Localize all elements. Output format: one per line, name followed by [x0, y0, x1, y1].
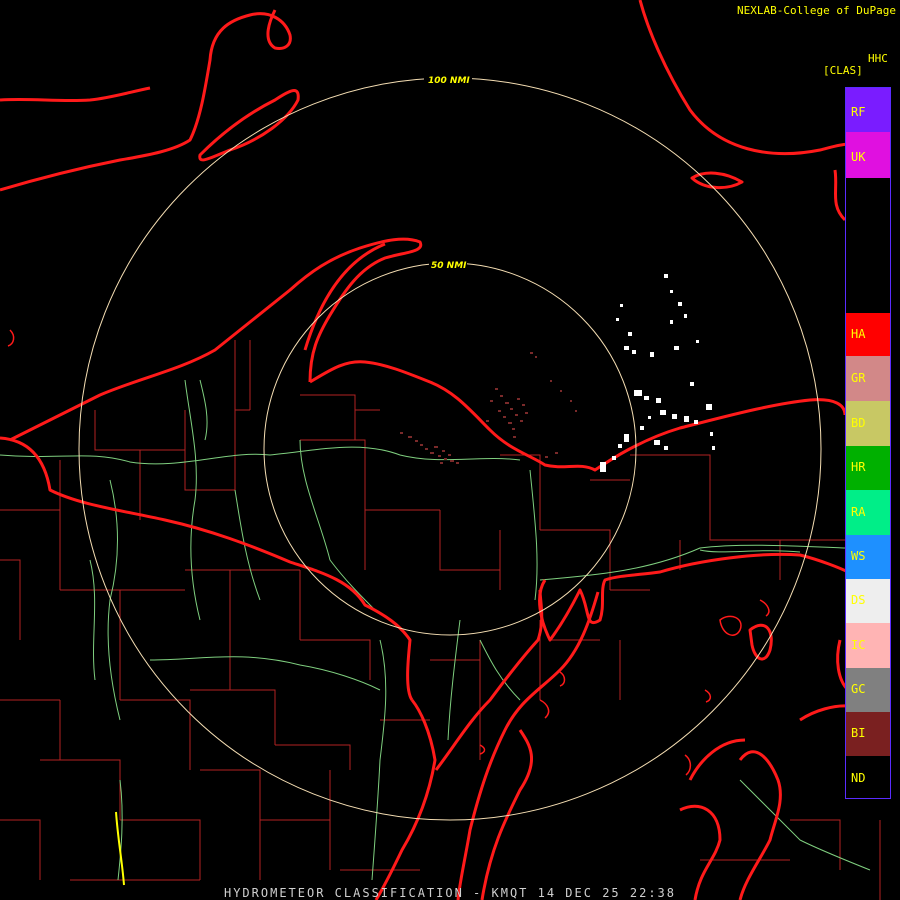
- legend-label-ic: IC: [851, 638, 866, 652]
- product-title: HYDROMETEOR CLASSIFICATION - KMQT 14 DEC…: [223, 886, 676, 900]
- radar-map: 100 NMI 50 NMI: [0, 0, 881, 900]
- legend-product-code: HHC: [868, 52, 888, 65]
- legend-label-ra: RA: [851, 505, 866, 519]
- echoes-dry-snow: [600, 274, 715, 472]
- legend-label-gr: GR: [851, 371, 866, 385]
- legend-label-nd: ND: [851, 771, 866, 785]
- range-ring-label-50: 50 NMI: [431, 261, 467, 271]
- legend-label-hr: HR: [851, 460, 866, 474]
- legend-label-gc: GC: [851, 682, 866, 696]
- legend-label-ha: HA: [851, 327, 866, 341]
- legend-label-bi: BI: [851, 726, 866, 740]
- lake-islands: [7, 329, 770, 776]
- legend-label-uk: UK: [851, 150, 866, 164]
- legend-label-rf: RF: [851, 105, 866, 119]
- echoes-biological: [400, 352, 577, 464]
- legend-label-ws: WS: [851, 549, 866, 563]
- legend-subtitle: [CLAS]: [823, 64, 863, 77]
- legend-label-ds: DS: [851, 593, 866, 607]
- county-lines: [0, 340, 881, 900]
- legend-label-bd: BD: [851, 416, 866, 430]
- credit-text: NEXLAB-College of DuPage: [737, 4, 896, 17]
- state-line-yellow: [115, 811, 125, 886]
- range-ring-label-100: 100 NMI: [428, 76, 470, 86]
